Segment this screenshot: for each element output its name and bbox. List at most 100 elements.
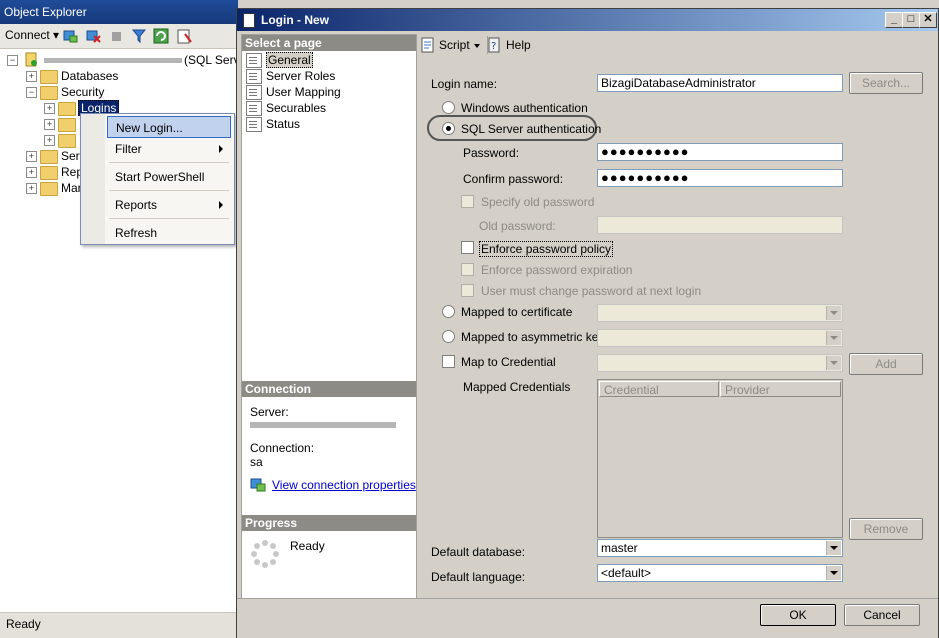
dialog-titlebar: Login - New _ □ ✕ [237,9,938,31]
page-icon [246,69,262,84]
asymmetric-key-select[interactable] [597,329,843,347]
ok-button[interactable]: OK [760,604,836,626]
add-button[interactable]: Add [849,353,923,375]
status-bar: Ready [0,612,238,638]
page-user-mapping[interactable]: User Mapping [246,84,341,100]
minimize-icon[interactable]: _ [885,12,903,28]
menu-item-new-login[interactable]: New Login... [107,116,231,138]
enforce-password-policy-checkbox[interactable] [461,241,474,254]
help-button[interactable]: Help [506,38,531,52]
default-database-value: master [601,541,638,555]
collapse-icon[interactable]: − [26,87,37,98]
expand-icon[interactable]: + [26,151,37,162]
menu-gutter [81,114,105,244]
view-connection-properties-link[interactable]: View connection properties [272,478,416,492]
login-name-label: Login name: [431,77,498,91]
map-credential-checkbox[interactable] [442,355,455,368]
close-icon[interactable]: ✕ [919,12,937,28]
expand-icon[interactable]: + [26,183,37,194]
connection-value: sa [250,455,263,469]
menu-item-label: Reports [115,198,158,212]
dialog-button-bar: OK Cancel [237,598,938,638]
folder-icon [58,134,76,148]
submenu-arrow-icon [219,201,223,209]
maximize-icon[interactable]: □ [902,12,920,28]
menu-item-filter[interactable]: Filter [107,138,231,160]
specify-old-password-label: Specify old password [481,195,595,209]
sql-auth-radio[interactable] [442,122,455,135]
confirm-password-input[interactable]: ●●●●●●●●●● [597,169,843,187]
specify-old-password-checkbox[interactable] [461,195,474,208]
password-input[interactable]: ●●●●●●●●●● [597,143,843,161]
server-name-redacted [44,58,182,63]
chevron-down-icon[interactable] [826,306,841,320]
connection-header: Connection [242,381,416,397]
refresh-icon[interactable] [153,28,169,44]
map-credential-label: Map to Credential [461,355,556,369]
remove-button[interactable]: Remove [849,518,923,540]
connect-icon[interactable] [62,28,78,44]
page-securables[interactable]: Securables [246,100,326,116]
default-database-select[interactable]: master [597,539,843,557]
cancel-button[interactable]: Cancel [844,604,920,626]
filter-icon[interactable] [131,28,147,44]
expand-icon[interactable]: + [26,71,37,82]
default-language-value: <default> [601,566,652,580]
old-password-input[interactable] [597,216,843,234]
default-language-select[interactable]: <default> [597,564,843,582]
chevron-down-icon[interactable] [474,44,480,48]
menu-item-start-powershell[interactable]: Start PowerShell [107,166,231,188]
chevron-down-icon[interactable] [826,541,841,555]
menu-separator [109,162,229,163]
windows-auth-radio[interactable] [442,101,455,114]
chevron-down-icon[interactable] [826,566,841,580]
search-button[interactable]: Search... [849,72,923,94]
page-status[interactable]: Status [246,116,300,132]
expand-icon[interactable]: + [44,135,55,146]
script-icon[interactable] [176,28,192,44]
server-icon [24,52,38,67]
menu-item-refresh[interactable]: Refresh [107,222,231,244]
progress-spinner-icon [250,539,280,569]
page-icon [246,85,262,100]
column-header-provider[interactable]: Provider [720,381,841,397]
collapse-icon[interactable]: − [7,55,18,66]
chevron-down-icon[interactable] [826,331,841,345]
folder-icon [40,70,58,84]
folder-icon [40,150,58,164]
mapped-credentials-grid[interactable]: Credential Provider [597,379,843,538]
folder-icon [40,182,58,196]
expand-icon[interactable]: + [26,167,37,178]
page-general[interactable]: General [246,52,313,68]
mapped-asymmetric-radio[interactable] [442,330,455,343]
page-selector-pane: Select a page General Server Roles User … [241,34,417,599]
server-node[interactable]: − (SQL Serve [6,52,246,68]
submenu-arrow-icon [219,145,223,153]
progress-header: Progress [242,515,416,531]
page-server-roles[interactable]: Server Roles [246,68,335,84]
column-header-credential[interactable]: Credential [599,381,719,397]
connect-dropdown[interactable]: Connect ▾ [5,28,59,42]
expand-icon[interactable]: + [44,103,55,114]
help-icon[interactable]: ? [486,37,502,53]
folder-icon [58,118,76,132]
script-button[interactable]: Script [439,38,470,52]
object-explorer-title: Object Explorer [0,0,238,24]
menu-item-reports[interactable]: Reports [107,194,231,216]
svg-text:?: ? [491,41,496,52]
stop-icon[interactable] [109,28,125,44]
script-icon[interactable] [420,37,436,53]
credential-select[interactable] [597,354,843,372]
expand-icon[interactable]: + [44,119,55,130]
login-name-input[interactable]: BizagiDatabaseAdministrator [597,74,843,92]
page-label: User Mapping [266,85,341,99]
mapped-certificate-radio[interactable] [442,305,455,318]
disconnect-icon[interactable] [85,28,101,44]
old-password-label: Old password: [479,219,556,233]
certificate-select[interactable] [597,304,843,322]
chevron-down-icon[interactable] [826,356,841,370]
connection-properties-icon [250,478,266,493]
page-icon [246,117,262,132]
must-change-checkbox[interactable] [461,284,474,297]
enforce-expiration-checkbox[interactable] [461,263,474,276]
